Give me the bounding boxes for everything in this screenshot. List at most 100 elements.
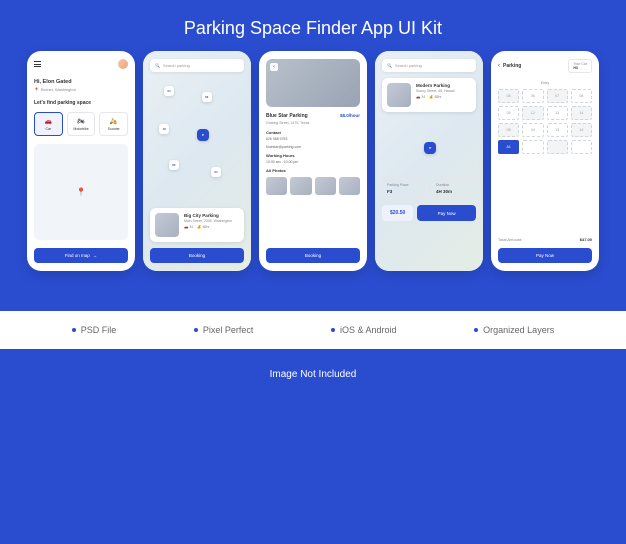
- map-view[interactable]: P: [382, 118, 476, 178]
- parking-image: [387, 83, 411, 107]
- parking-spot[interactable]: 07: [547, 89, 568, 103]
- address-text: Grazing Street, 1475, Texas: [266, 121, 360, 125]
- price-display: $20.50: [382, 205, 413, 221]
- footnote-text: Image Not Included: [0, 369, 626, 380]
- booking-button[interactable]: Booking: [150, 248, 244, 263]
- bullet-icon: [194, 328, 198, 332]
- menu-icon[interactable]: [34, 61, 41, 67]
- map-view[interactable]: 01 03 10 P 05 01: [150, 72, 244, 208]
- parking-spot[interactable]: 06: [522, 89, 543, 103]
- tab-scooter[interactable]: 🛵 Scooter: [99, 112, 128, 136]
- screen-spot-picker: ‹ Parking Your Car H3 Entry 05 06 07 08: [491, 51, 599, 271]
- parking-marker[interactable]: 01: [211, 167, 221, 177]
- parking-address: Sunny Street, 48, Hawaii: [416, 89, 471, 93]
- bullet-icon: [72, 328, 76, 332]
- parking-spot[interactable]: 08: [571, 89, 592, 103]
- phone-text: 626 988 9753: [266, 137, 360, 141]
- find-label: Let's find parking space: [34, 100, 128, 106]
- screen-map-search: 🔍Search parking 01 03 10 P 05 01 Big Cit…: [143, 51, 251, 271]
- photo-thumb[interactable]: [315, 177, 336, 195]
- avatar[interactable]: [118, 59, 128, 69]
- booking-button[interactable]: Booking: [266, 248, 360, 263]
- motorbike-icon: 🏍: [77, 117, 85, 125]
- pay-now-button[interactable]: Pay Now: [498, 248, 592, 263]
- car-count: 🚗 34: [416, 95, 425, 99]
- total-value: $47.00: [580, 237, 592, 242]
- parking-name: Blue Star Parking: [266, 113, 308, 119]
- selected-marker[interactable]: P: [197, 129, 209, 141]
- your-car-badge[interactable]: Your Car H3: [568, 59, 592, 73]
- search-icon: 🔍: [155, 63, 160, 68]
- screen-home: Hi, Elon Gated 📍Burnet, Washington Let's…: [27, 51, 135, 271]
- photo-thumb[interactable]: [290, 177, 311, 195]
- place-box[interactable]: Parking Place F3: [382, 178, 427, 199]
- parking-spot[interactable]: [522, 140, 543, 154]
- parking-card[interactable]: Big City Parking Main Street, 2345, Wash…: [150, 208, 244, 242]
- price-text: $8.0/hour: [340, 113, 360, 118]
- tab-car[interactable]: 🚗 Car: [34, 112, 63, 136]
- back-button[interactable]: ‹: [270, 63, 278, 71]
- parking-spot[interactable]: 12: [522, 106, 543, 120]
- parking-name: Modern Parking: [416, 83, 471, 88]
- total-label: Total Amount:: [498, 237, 522, 242]
- parking-marker[interactable]: 03: [202, 92, 212, 102]
- parking-spot[interactable]: 14: [571, 123, 592, 137]
- search-icon: 🔍: [387, 63, 392, 68]
- entry-label: Entry: [498, 81, 592, 85]
- feature-item: Pixel Perfect: [194, 325, 254, 335]
- selected-marker[interactable]: P: [424, 142, 436, 154]
- parking-spot[interactable]: 05: [498, 89, 519, 103]
- contact-label: Contact: [266, 130, 360, 135]
- screen-detail: ‹ Blue Star Parking $8.0/hour Grazing St…: [259, 51, 367, 271]
- page-title: Parking Space Finder App UI Kit: [0, 0, 626, 51]
- parking-spot-selected[interactable]: A1: [498, 140, 519, 154]
- photo-thumb[interactable]: [266, 177, 287, 195]
- greeting-text: Hi, Elon Gated: [34, 79, 128, 85]
- bullet-icon: [474, 328, 478, 332]
- bullet-icon: [331, 328, 335, 332]
- screen-booking: 🔍Search parking Modern Parking Sunny Str…: [375, 51, 483, 271]
- parking-spot[interactable]: 13: [547, 123, 568, 137]
- back-icon[interactable]: ‹: [498, 63, 500, 69]
- parking-marker[interactable]: 10: [159, 124, 169, 134]
- photo-thumb[interactable]: [339, 177, 360, 195]
- parking-spot[interactable]: 04: [522, 123, 543, 137]
- parking-image: [155, 213, 179, 237]
- parking-spot[interactable]: 14: [571, 106, 592, 120]
- tab-motorbike[interactable]: 🏍 Motorbike: [67, 112, 96, 136]
- parking-spot[interactable]: 13: [547, 106, 568, 120]
- parking-marker[interactable]: 05: [169, 160, 179, 170]
- search-input[interactable]: 🔍Search parking: [150, 59, 244, 72]
- parking-spot[interactable]: [547, 140, 568, 154]
- hours-text: 10.00 am - 10.00 pm: [266, 160, 360, 164]
- parking-spot[interactable]: 05: [498, 106, 519, 120]
- feature-item: PSD File: [72, 325, 117, 335]
- feature-item: iOS & Android: [331, 325, 397, 335]
- search-input[interactable]: 🔍Search parking: [382, 59, 476, 72]
- pay-now-button[interactable]: Pay Now: [417, 205, 476, 221]
- price-tag: 💰 $8hr: [429, 95, 441, 99]
- hours-label: Working Hours: [266, 153, 360, 158]
- duration-box[interactable]: Duration 4H 30m: [431, 178, 476, 199]
- email-text: bluestar@parking.com: [266, 145, 360, 149]
- price-tag: 💰 $8hr: [197, 225, 209, 229]
- find-on-map-button[interactable]: Find on map→: [34, 248, 128, 263]
- map-pin-icon: 📍: [76, 188, 86, 197]
- screen-title: Parking: [503, 63, 521, 69]
- car-icon: 🚗: [44, 117, 52, 125]
- mini-map[interactable]: 📍: [34, 144, 128, 240]
- parking-spot[interactable]: 05: [498, 123, 519, 137]
- parking-grid: 05 06 07 08 05 12 13 14 05 04 13: [498, 89, 592, 231]
- features-strip: PSD File Pixel Perfect iOS & Android Org…: [0, 311, 626, 349]
- hero-image: ‹: [266, 59, 360, 107]
- scooter-icon: 🛵: [110, 117, 118, 125]
- parking-name: Big City Parking: [184, 213, 239, 218]
- parking-card[interactable]: Modern Parking Sunny Street, 48, Hawaii …: [382, 78, 476, 112]
- location-text: 📍Burnet, Washington: [34, 87, 128, 92]
- parking-address: Main Street, 2345, Washington: [184, 219, 239, 223]
- car-count: 🚗 34: [184, 225, 193, 229]
- feature-item: Organized Layers: [474, 325, 554, 335]
- photos-label: All Photos: [266, 168, 360, 173]
- parking-marker[interactable]: 01: [164, 86, 174, 96]
- parking-spot[interactable]: [571, 140, 592, 154]
